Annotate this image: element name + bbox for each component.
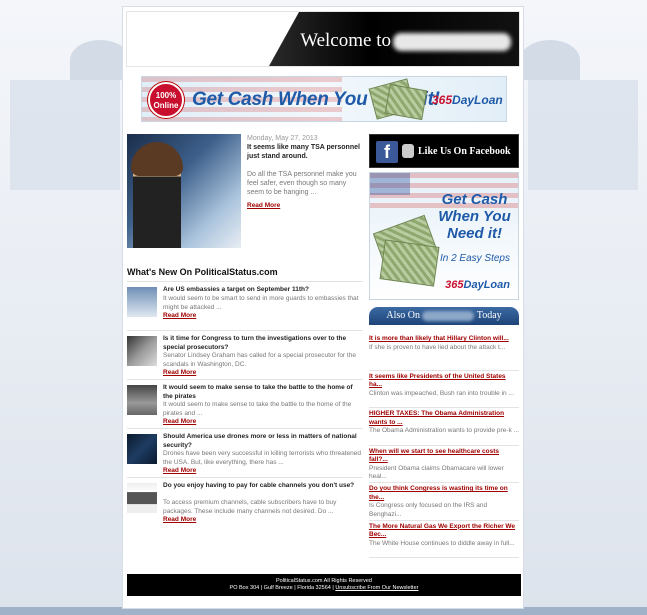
read-more-link[interactable]: Read More bbox=[163, 369, 196, 376]
news-thumbnail[interactable] bbox=[127, 434, 157, 464]
read-more-link[interactable]: Read More bbox=[163, 418, 196, 425]
thumbs-up-icon bbox=[402, 144, 414, 158]
side-ad-headline: Get Cash When You Need it! bbox=[438, 191, 511, 242]
facebook-like-banner[interactable]: f Like Us On Facebook bbox=[369, 134, 519, 168]
news-thumbnail[interactable] bbox=[127, 483, 157, 513]
list-item: The More Natural Gas We Export the Riche… bbox=[369, 521, 519, 558]
footer-address: PO Box 304 | Gulf Breeze | Florida 32564… bbox=[229, 585, 334, 591]
featured-date: Monday, May 27, 2013 bbox=[247, 135, 318, 142]
read-more-link[interactable]: Read More bbox=[163, 467, 196, 474]
loan-banner-ad[interactable]: 100% Online Get Cash When You Need it! 3… bbox=[141, 76, 507, 122]
list-item: HIGHER TAXES: The Obama Administration w… bbox=[369, 408, 519, 446]
newsletter-page: Welcome to 100% Online Get Cash When You… bbox=[122, 6, 524, 609]
also-on-excerpt: The Obama Administration wants to provid… bbox=[369, 427, 519, 434]
featured-image[interactable] bbox=[127, 134, 241, 248]
news-excerpt: Senator Lindsey Graham has called for a … bbox=[163, 352, 356, 368]
news-thumbnail[interactable] bbox=[127, 385, 157, 415]
also-on-link[interactable]: When will we start to see healthcare cos… bbox=[369, 448, 519, 465]
news-title[interactable]: Is it time for Congress to turn the inve… bbox=[163, 335, 363, 352]
featured-title[interactable]: It seems like many TSA personnel just st… bbox=[247, 143, 362, 161]
read-more-link[interactable]: Read More bbox=[163, 312, 196, 319]
side-ad-steps: In 2 Easy Steps bbox=[439, 253, 510, 264]
also-on-excerpt: President Obama claims Obamacare will lo… bbox=[369, 464, 504, 481]
footer-address-line: PO Box 304 | Gulf Breeze | Florida 32564… bbox=[127, 585, 521, 592]
also-on-excerpt: Clinton was impeached, Bush ran into tro… bbox=[369, 389, 514, 397]
online-badge: 100% Online bbox=[148, 82, 184, 118]
list-item: Do you enjoy having to pay for cable cha… bbox=[127, 477, 363, 526]
list-item: Do you think Congress is wasting its tim… bbox=[369, 483, 519, 521]
facebook-icon: f bbox=[376, 141, 398, 163]
list-item: Is it time for Congress to turn the inve… bbox=[127, 330, 363, 379]
side-ad-brand-logo: 365DayLoan bbox=[445, 279, 510, 291]
also-on-heading: Also On Today bbox=[369, 307, 519, 325]
news-thumbnail[interactable] bbox=[127, 336, 157, 366]
news-title[interactable]: Are US embassies a target on September 1… bbox=[163, 286, 363, 295]
also-on-excerpt: The White House continues to diddle away… bbox=[369, 539, 515, 547]
news-excerpt: It would seem to make sense to take the … bbox=[163, 401, 352, 417]
news-excerpt: To access premium channels, cable subscr… bbox=[163, 499, 337, 515]
list-item: When will we start to see healthcare cos… bbox=[369, 446, 519, 483]
also-on-link[interactable]: The More Natural Gas We Export the Riche… bbox=[369, 523, 519, 540]
banner-brand-logo: 365DayLoan bbox=[432, 93, 503, 107]
news-excerpt: It would seem to be smart to send in mor… bbox=[163, 295, 359, 311]
unsubscribe-link[interactable]: Unsubscribe From Our Newsletter bbox=[335, 585, 418, 591]
list-item: It would seem to make sense to take the … bbox=[127, 379, 363, 428]
also-on-link[interactable]: Do you think Congress is wasting its tim… bbox=[369, 485, 519, 502]
list-item: Are US embassies a target on September 1… bbox=[127, 281, 363, 330]
news-title[interactable]: It would seem to make sense to take the … bbox=[163, 384, 363, 401]
footer-copyright: PoliticalStatus.com All Rights Reserved bbox=[276, 578, 372, 584]
list-item: It seems like Presidents of the United S… bbox=[369, 371, 519, 408]
also-on-excerpt: If she is proven to have lied about the … bbox=[369, 343, 506, 351]
also-on-link[interactable]: It seems like Presidents of the United S… bbox=[369, 373, 519, 390]
redacted-site-name bbox=[422, 310, 475, 321]
site-header: Welcome to bbox=[126, 11, 520, 67]
redacted-site-name bbox=[393, 32, 511, 51]
also-on-list: It is more than likely that Hillary Clin… bbox=[369, 333, 519, 558]
also-on-excerpt: Is Congress only focused on the IRS and … bbox=[369, 502, 488, 518]
featured-read-more-link[interactable]: Read More bbox=[247, 202, 280, 209]
list-item: Should America use drones more or less i… bbox=[127, 428, 363, 477]
news-title[interactable]: Do you enjoy having to pay for cable cha… bbox=[163, 482, 363, 491]
news-excerpt: Drones have been very successful in kill… bbox=[163, 450, 361, 466]
news-title[interactable]: Should America use drones more or less i… bbox=[163, 433, 363, 450]
side-loan-ad[interactable]: Get Cash When You Need it! In 2 Easy Ste… bbox=[369, 172, 519, 300]
whats-new-heading: What's New On PoliticalStatus.com bbox=[127, 267, 278, 277]
news-list: Are US embassies a target on September 1… bbox=[127, 281, 363, 526]
facebook-label: Like Us On Facebook bbox=[418, 146, 511, 157]
also-on-link[interactable]: It is more than likely that Hillary Clin… bbox=[369, 335, 519, 344]
featured-excerpt: Do all the TSA personnel make you feel s… bbox=[247, 171, 357, 196]
list-item: It is more than likely that Hillary Clin… bbox=[369, 333, 519, 371]
welcome-heading: Welcome to bbox=[300, 30, 511, 52]
read-more-link[interactable]: Read More bbox=[163, 516, 196, 523]
site-footer: PoliticalStatus.com All Rights Reserved … bbox=[127, 574, 521, 596]
news-thumbnail[interactable] bbox=[127, 287, 157, 317]
also-on-link[interactable]: HIGHER TAXES: The Obama Administration w… bbox=[369, 410, 519, 427]
